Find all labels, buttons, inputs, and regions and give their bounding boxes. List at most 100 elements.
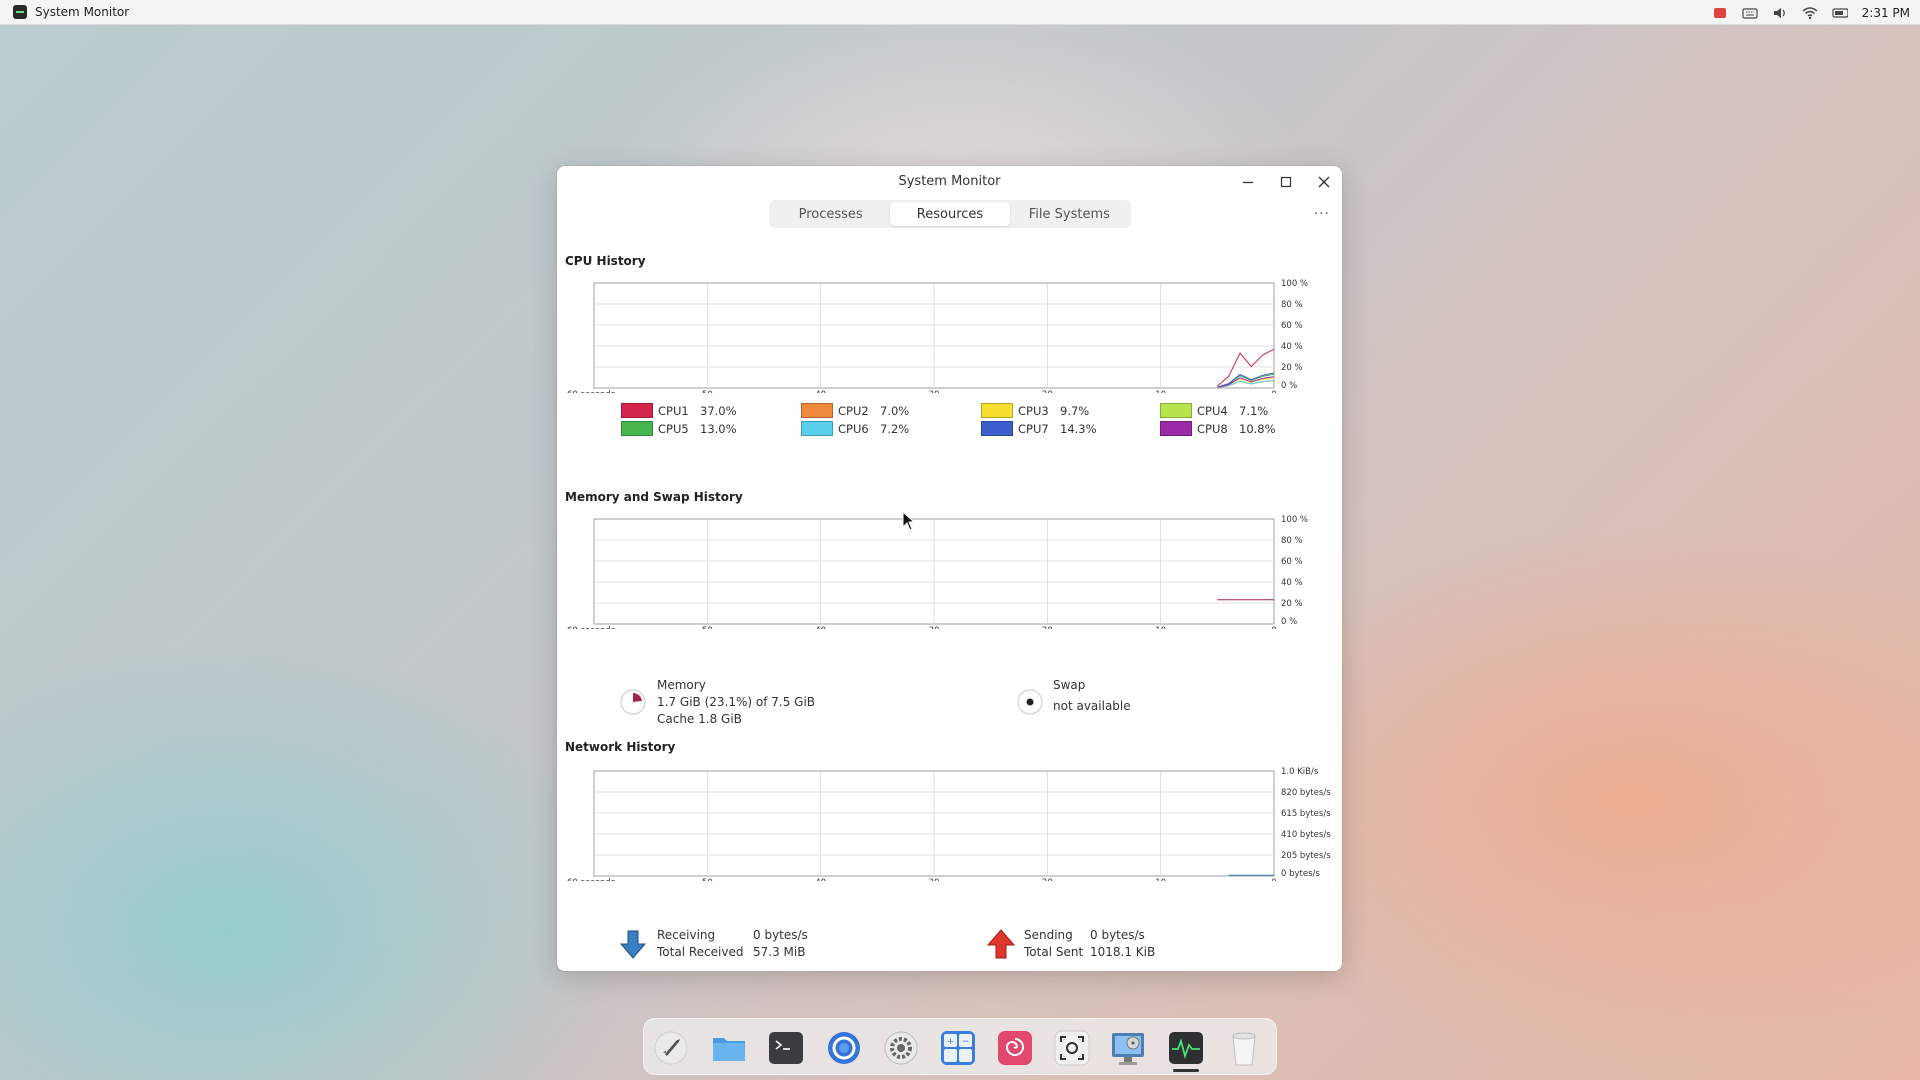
total-sent-value: 1018.1 KiB: [1090, 945, 1156, 959]
cpu-legend-cpu6: CPU6 7.2%: [801, 421, 909, 436]
dock-terminal[interactable]: [765, 1028, 807, 1068]
cpu-y-tick: 60 %: [1281, 321, 1303, 331]
cpu-x-tick: 50: [702, 390, 713, 393]
disk-utility-icon: [1112, 1033, 1144, 1065]
title-bar[interactable]: System Monitor: [557, 166, 1342, 196]
svg-text:+: +: [947, 1037, 955, 1047]
cpu-color-swatch[interactable]: [621, 421, 653, 436]
memory-cache-value: Cache 1.8 GiB: [657, 712, 742, 726]
memory-x-tick: 10: [1155, 626, 1166, 629]
network-x-tick: 60 seconds: [567, 878, 616, 881]
cpu-x-tick: 20: [1042, 390, 1053, 393]
screenshot-icon: [1054, 1030, 1090, 1066]
swap-info: Swap not available: [1053, 677, 1131, 715]
memory-chart: 60 seconds 50 40 30 20 10 0 100 % 80 % 60 % 40 % 20…: [567, 515, 1308, 629]
gear-icon: [884, 1031, 918, 1065]
network-y-tick: 0 bytes/s: [1281, 869, 1320, 879]
cpu-color-swatch[interactable]: [801, 421, 833, 436]
tab-processes[interactable]: Processes: [771, 202, 890, 226]
receiving-info: Receiving 0 bytes/s Total Received 57.3 …: [657, 927, 808, 961]
active-indicator: [1173, 1069, 1199, 1072]
dock-disk-utility[interactable]: [1108, 1028, 1150, 1068]
memory-y-tick: 0 %: [1281, 617, 1297, 627]
debian-swirl-icon: [998, 1031, 1032, 1065]
memory-history-graph: 60 seconds 50 40 30 20 10 0 100 % 80 % 60 % 40 % 20…: [557, 514, 1342, 629]
sending-value: 0 bytes/s: [1090, 928, 1145, 942]
receiving-value: 0 bytes/s: [753, 928, 808, 942]
dock-system-monitor[interactable]: [1165, 1028, 1207, 1072]
cpu-color-swatch[interactable]: [801, 403, 833, 418]
memory-pie-icon: [620, 689, 646, 715]
network-y-tick: 410 bytes/s: [1281, 830, 1331, 840]
memory-y-tick: 80 %: [1281, 536, 1303, 546]
more-options-button[interactable]: ···: [1314, 206, 1330, 222]
close-button[interactable]: [1313, 171, 1335, 193]
terminal-icon: [769, 1032, 803, 1064]
dock-screenshot[interactable]: [1051, 1028, 1093, 1068]
dock-browser[interactable]: [823, 1028, 865, 1068]
cpu-y-tick: 80 %: [1281, 300, 1303, 310]
network-x-tick: 10: [1155, 878, 1166, 881]
system-monitor-app-icon: [13, 5, 27, 19]
tab-resources[interactable]: Resources: [890, 202, 1010, 226]
cpu-name: CPU6: [838, 421, 869, 436]
clock[interactable]: 2:31 PM: [1862, 6, 1910, 20]
cpu-legend-cpu4: CPU4 7.1%: [1160, 403, 1268, 418]
rocket-icon: [654, 1031, 688, 1065]
cpu-color-swatch[interactable]: [1160, 403, 1192, 418]
dock-files[interactable]: [708, 1028, 750, 1068]
cpu-history-title: CPU History: [565, 254, 646, 268]
cpu-color-swatch[interactable]: [1160, 421, 1192, 436]
wifi-icon[interactable]: [1802, 6, 1818, 20]
memory-y-tick: 40 %: [1281, 578, 1303, 588]
volume-icon[interactable]: [1772, 6, 1788, 20]
minimize-icon: [1243, 181, 1253, 184]
folder-icon: [713, 1038, 745, 1061]
cpu-name: CPU1: [658, 403, 689, 418]
swap-value: not available: [1053, 699, 1131, 713]
cpu-usage-value: 37.0%: [700, 403, 737, 418]
dock-debian-app[interactable]: [994, 1028, 1036, 1068]
memory-x-tick: 30: [929, 626, 940, 629]
cpu-legend-cpu2: CPU2 7.0%: [801, 403, 909, 418]
minimize-button[interactable]: [1237, 171, 1259, 193]
window-title: System Monitor: [898, 174, 1001, 189]
tab-file-systems[interactable]: File Systems: [1010, 202, 1129, 226]
memory-info: Memory 1.7 GiB (23.1%) of 7.5 GiB Cache …: [657, 677, 815, 728]
dock-trash[interactable]: [1223, 1028, 1265, 1068]
network-history-graph: 60 seconds 50 40 30 20 10 0 1.0 KiB/s 820 bytes/…: [557, 766, 1342, 881]
record-icon[interactable]: [1712, 6, 1728, 20]
total-received-label: Total Received: [657, 945, 744, 959]
cpu-color-swatch[interactable]: [981, 403, 1013, 418]
cpu-x-tick: 40: [815, 390, 826, 393]
cpu-usage-value: 13.0%: [700, 421, 737, 436]
system-monitor-window: System Monitor Processes Resources File …: [557, 166, 1342, 971]
view-switcher: Processes Resources File Systems: [769, 200, 1131, 228]
cpu-x-tick: 10: [1155, 390, 1166, 393]
cpu-legend-cpu1: CPU1 37.0%: [621, 403, 737, 418]
cpu-y-tick: 40 %: [1281, 342, 1303, 352]
browser-icon: [828, 1032, 860, 1064]
cpu-legend-cpu3: CPU3 9.7%: [981, 403, 1089, 418]
maximize-button[interactable]: [1275, 171, 1297, 193]
dock-settings[interactable]: [880, 1028, 922, 1068]
keyboard-icon[interactable]: [1742, 6, 1758, 20]
memory-y-tick: 100 %: [1281, 515, 1308, 525]
cpu-color-swatch[interactable]: [981, 421, 1013, 436]
sending-label: Sending: [1024, 928, 1073, 942]
receiving-arrow-icon: [619, 930, 647, 959]
cpu-color-swatch[interactable]: [621, 403, 653, 418]
mouse-cursor: [902, 511, 916, 531]
network-x-tick: 50: [702, 878, 713, 881]
cpu-name: CPU8: [1197, 421, 1228, 436]
network-y-tick: 205 bytes/s: [1281, 851, 1331, 861]
dock-launcher[interactable]: [650, 1028, 692, 1068]
dock-calculator[interactable]: + −: [937, 1028, 979, 1068]
memory-x-tick: 20: [1042, 626, 1053, 629]
close-icon: [1318, 176, 1330, 188]
cpu-usage-value: 14.3%: [1060, 421, 1097, 436]
memory-swap-history-title: Memory and Swap History: [565, 490, 743, 504]
svg-text:−: −: [962, 1037, 970, 1047]
network-y-tick: 615 bytes/s: [1281, 809, 1331, 819]
battery-icon[interactable]: [1832, 6, 1848, 20]
